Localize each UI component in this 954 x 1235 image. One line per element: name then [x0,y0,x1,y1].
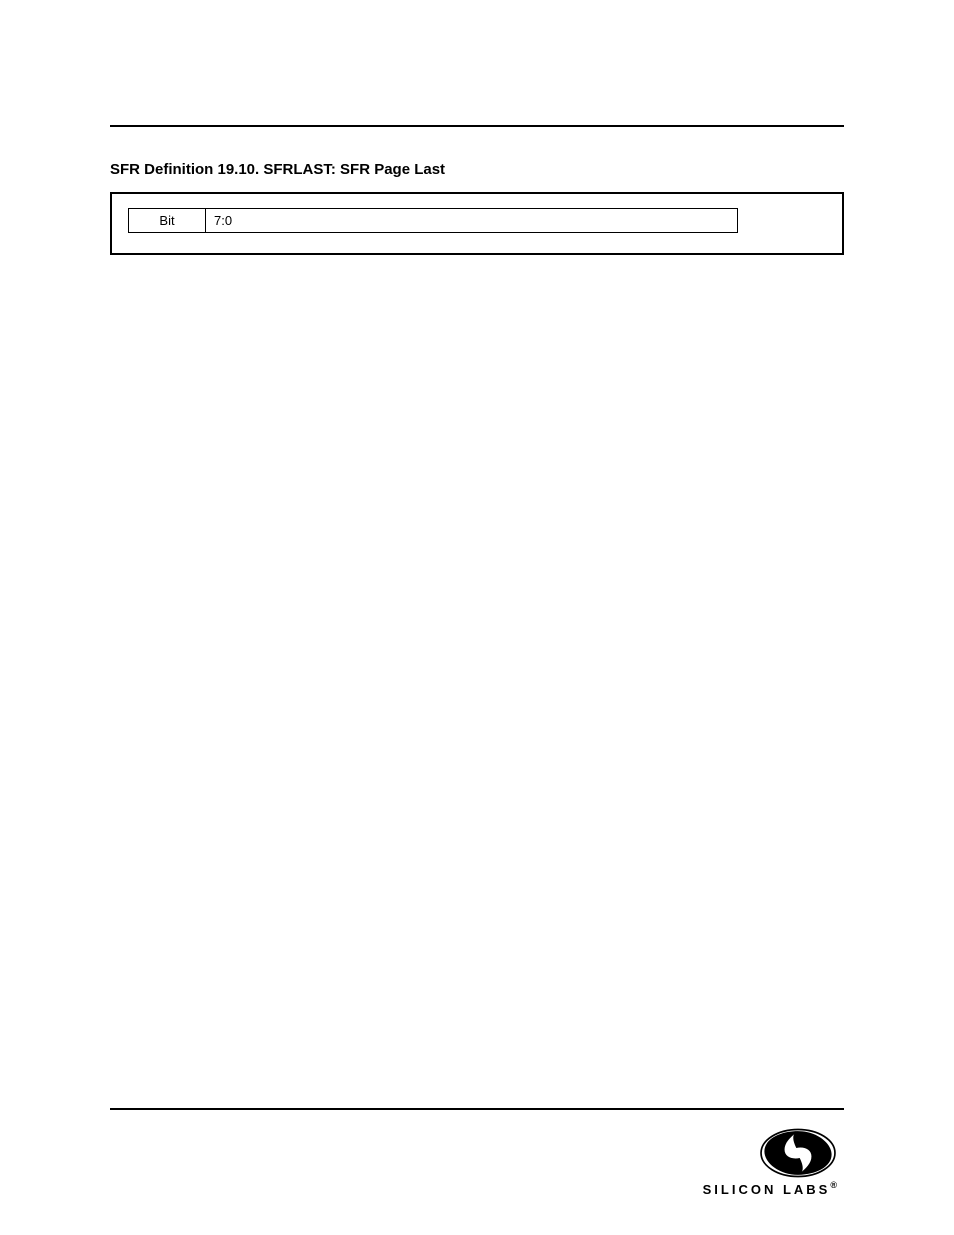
page-footer: SILICON LABS® [110,1108,844,1199]
brand-logo-icon [756,1126,840,1180]
footer-rule [110,1108,844,1110]
header-rule [110,125,844,127]
bit-header-cell: Bit [129,209,206,233]
brand-logo-text: SILICON LABS® [703,1182,840,1197]
register-header-table: Bit 7:0 [128,208,738,233]
registered-mark-icon: ® [830,1180,840,1190]
bit-range-cell: 7:0 [206,209,738,233]
footer-right: SILICON LABS® [703,1126,844,1199]
silicon-labs-logo: SILICON LABS® [703,1126,840,1197]
register-definition-box: Bit 7:0 [110,192,844,255]
section-title: SFR Definition 19.10. SFRLAST: SFR Page … [110,161,844,178]
